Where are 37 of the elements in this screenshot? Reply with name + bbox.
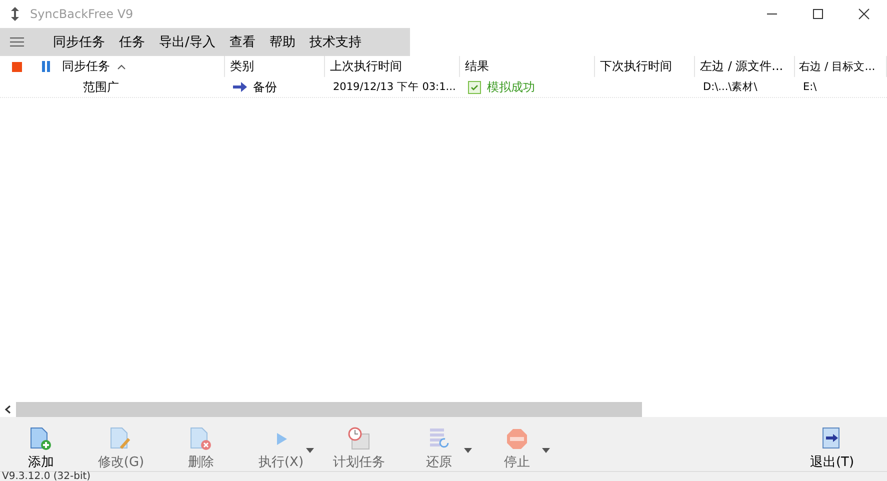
menu-item[interactable]: 帮助	[266, 33, 306, 51]
column-header[interactable]: 同步任务	[62, 58, 126, 75]
column-header[interactable]: 上次执行时间	[330, 58, 402, 75]
status-text: V9.3.12.0 (32-bit)	[1, 471, 91, 481]
column-header[interactable]: 结果	[465, 58, 489, 75]
sort-caret-icon	[117, 64, 126, 70]
stop-sign-icon	[506, 427, 528, 451]
maximize-icon[interactable]	[812, 8, 824, 20]
table-cell: D:\...\素材\	[703, 80, 758, 94]
menu-item[interactable]: 导出/导入	[156, 33, 226, 51]
menu-item[interactable]: 任务	[116, 33, 156, 51]
exit-button[interactable]: 退出(T)	[799, 427, 865, 471]
column-header[interactable]: 左边 / 源文件...	[700, 58, 784, 75]
add-button[interactable]: 添加	[8, 427, 74, 471]
menu-item[interactable]: 技术支持	[306, 33, 372, 51]
document-plus-icon	[30, 427, 52, 451]
close-icon[interactable]	[858, 8, 870, 20]
table-cell-text: 范围广	[82, 78, 119, 96]
document-pencil-icon	[110, 427, 132, 451]
checkbox-icon	[468, 80, 481, 94]
menu-item[interactable]: 同步任务	[50, 33, 116, 51]
table-cell: 2019/12/13 下午 03:1...	[333, 80, 456, 94]
table-cell: E:\	[803, 81, 817, 93]
window-title: SyncBackFree V9	[30, 7, 134, 21]
column-header[interactable]: 类别	[230, 58, 254, 75]
stop-icon[interactable]	[12, 62, 22, 72]
column-header[interactable]: 右边 / 目标文...	[799, 59, 876, 74]
arrow-right-icon	[233, 82, 247, 92]
menu-icon[interactable]	[10, 36, 24, 48]
column-header[interactable]: 下次执行时间	[600, 58, 672, 75]
scrollbar-thumb[interactable]	[16, 402, 642, 417]
menu-item[interactable]: 查看	[226, 33, 266, 51]
table-cell: 备份	[253, 78, 277, 96]
document-delete-icon	[190, 427, 212, 451]
clock-calendar-icon	[348, 427, 370, 451]
table-cell: 模拟成功	[487, 78, 535, 96]
pause-icon[interactable]	[41, 61, 51, 72]
